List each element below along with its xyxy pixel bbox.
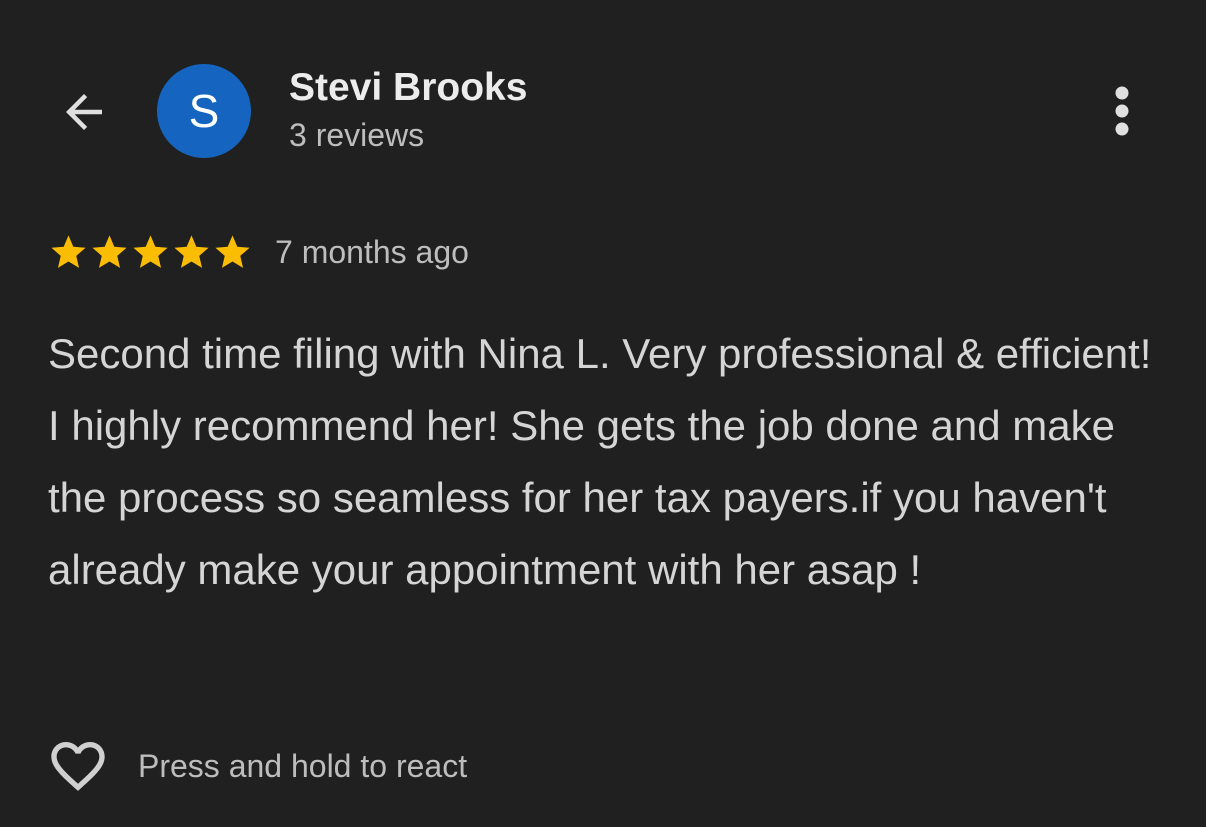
review-date: 7 months ago [275,233,469,270]
avatar[interactable]: S [157,64,251,158]
react-button[interactable]: Press and hold to react [46,734,467,798]
rating-row: 7 months ago [48,230,469,274]
review-text: Second time filing with Nina L. Very pro… [48,330,1152,593]
review-detail-page: S Stevi Brooks 3 reviews 7 months ago Se… [0,0,1206,827]
star-filled-icon [215,234,250,268]
avatar-letter: S [188,85,220,137]
star-rating [48,232,253,273]
more-options-button[interactable] [1100,82,1144,142]
reviewer-name[interactable]: Stevi Brooks [289,66,527,110]
star-filled-icon [174,234,209,268]
star-filled-icon [92,234,127,268]
react-label: Press and hold to react [138,747,468,784]
more-vert-icon [1115,86,1129,136]
star-filled-icon [133,234,168,268]
review-count: 3 reviews [289,117,425,153]
back-button[interactable] [54,82,114,142]
heart-outline-icon [51,742,105,791]
arrow-left-icon [66,94,102,130]
star-filled-icon [51,234,86,268]
